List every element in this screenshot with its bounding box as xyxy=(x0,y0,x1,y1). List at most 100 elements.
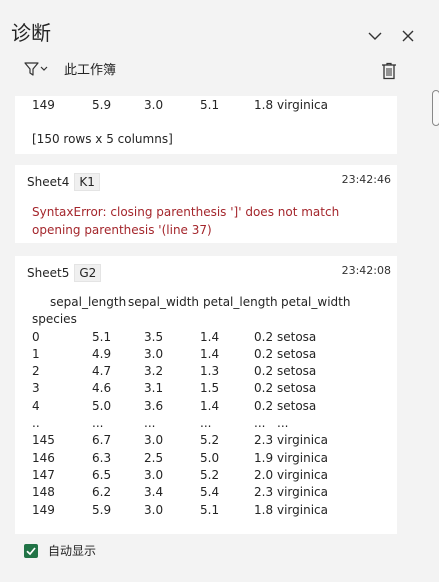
column-header: sepal_length xyxy=(50,295,127,309)
table-row: 2 4.7 3.2 1.3 0.2 setosa xyxy=(32,363,392,380)
table-cell: 1.4 xyxy=(200,398,220,413)
table-cell: 5.9 xyxy=(92,98,112,112)
trash-icon[interactable] xyxy=(381,62,397,80)
diagnostic-card: 149 5.9 3.0 5.1 1.8 virginica [150 rows … xyxy=(15,96,397,154)
auto-show-label[interactable]: 自动显示 xyxy=(48,542,96,560)
diagnostics-list[interactable]: 149 5.9 3.0 5.1 1.8 virginica [150 rows … xyxy=(0,96,415,536)
table-cell: 149 xyxy=(32,502,55,517)
table-cell: ... xyxy=(254,416,266,431)
table-cell: virginica xyxy=(277,502,328,517)
table-cell: 148 xyxy=(32,485,55,500)
cell-ref-badge[interactable]: K1 xyxy=(74,173,100,191)
table-row: 149 5.9 3.0 5.1 1.8 virginica xyxy=(32,97,392,114)
table-cell: virginica xyxy=(277,433,328,448)
scrollbar[interactable] xyxy=(415,88,439,548)
pane-header: 诊断 xyxy=(0,0,439,60)
table-cell: 6.2 xyxy=(92,485,112,500)
table-cell: 0.2 xyxy=(254,346,274,361)
diagnostic-card: Sheet4 K1 23:42:46 SyntaxError: closing … xyxy=(15,165,397,243)
column-header: petal_length xyxy=(203,295,278,309)
scrollbar-thumb[interactable] xyxy=(432,90,439,126)
table-cell: .. xyxy=(32,416,40,431)
table-cell: 6.5 xyxy=(92,467,112,482)
table-cell: 0.2 xyxy=(254,381,274,396)
table-cell: 145 xyxy=(32,433,55,448)
card-header: Sheet5 G2 xyxy=(27,264,102,282)
table-cell: 0.2 xyxy=(254,398,274,413)
table-row: 149 5.9 3.0 5.1 1.8 virginica xyxy=(32,502,392,519)
table-cell: ... xyxy=(92,416,104,431)
table-cell: 1 xyxy=(32,346,40,361)
filter-button[interactable] xyxy=(24,62,50,80)
table-cell: 0.2 xyxy=(254,364,274,379)
table-cell: 3.0 xyxy=(144,502,164,517)
checkbox[interactable] xyxy=(24,544,38,558)
table-cell: 1.4 xyxy=(200,329,220,344)
column-header: sepal_width xyxy=(128,295,200,309)
table-cell: 2.5 xyxy=(144,450,164,465)
table-cell: 3.0 xyxy=(144,98,164,112)
table-cell: setosa xyxy=(277,346,317,361)
checkmark-icon xyxy=(26,547,36,556)
table-row: 146 6.3 2.5 5.0 1.9 virginica xyxy=(32,450,392,467)
table-cell: setosa xyxy=(277,381,317,396)
table-cell: ... xyxy=(144,416,156,431)
table-cell: 5.1 xyxy=(200,502,220,517)
table-row: 1 4.9 3.0 1.4 0.2 setosa xyxy=(32,346,392,363)
table-cell: setosa xyxy=(277,364,317,379)
table-cell: 5.0 xyxy=(200,450,220,465)
table-cell: 3.4 xyxy=(144,485,164,500)
close-icon[interactable] xyxy=(399,27,417,45)
table-cell: 3.0 xyxy=(144,467,164,482)
table-cell: 5.2 xyxy=(200,467,220,482)
cell-ref-badge[interactable]: G2 xyxy=(74,264,102,282)
table-cell: 3 xyxy=(32,381,40,396)
table-cell: 5.4 xyxy=(200,485,220,500)
chevron-down-icon[interactable] xyxy=(366,27,384,45)
diagnostic-card: Sheet5 G2 23:42:08 sepal_length sepal_wi… xyxy=(15,256,397,534)
table-cell: 1.4 xyxy=(200,346,220,361)
table-cell: 2.3 xyxy=(254,433,274,448)
output-table: sepal_length sepal_width petal_length pe… xyxy=(32,294,392,519)
table-cell: 2.3 xyxy=(254,485,274,500)
table-cell: 3.0 xyxy=(144,433,164,448)
table-cell: 0 xyxy=(32,329,40,344)
table-cell: 5.1 xyxy=(92,329,112,344)
table-cell: 6.3 xyxy=(92,450,112,465)
table-cell: 4.6 xyxy=(92,381,112,396)
pane-title: 诊断 xyxy=(11,21,51,45)
table-cell: 5.1 xyxy=(200,98,220,112)
sheet-name: Sheet5 xyxy=(27,266,70,280)
table-row: 3 4.6 3.1 1.5 0.2 setosa xyxy=(32,380,392,397)
toolbar: 此工作簿 xyxy=(0,58,439,86)
table-cell: 1.5 xyxy=(200,381,220,396)
error-message: SyntaxError: closing parenthesis ']' doe… xyxy=(32,205,340,237)
table-row: 147 6.5 3.0 5.2 2.0 virginica xyxy=(32,467,392,484)
auto-show-toggle[interactable]: 自动显示 xyxy=(24,542,96,560)
timestamp: 23:42:46 xyxy=(341,173,391,186)
index-name-row: species xyxy=(32,311,392,328)
table-row: 148 6.2 3.4 5.4 2.3 virginica xyxy=(32,484,392,501)
table-cell: setosa xyxy=(277,329,317,344)
table-cell: 146 xyxy=(32,450,55,465)
table-cell: 3.1 xyxy=(144,381,164,396)
table-cell: 2.0 xyxy=(254,467,274,482)
table-cell: ... xyxy=(200,416,212,431)
table-row: ................. xyxy=(32,415,392,432)
table-row: 145 6.7 3.0 5.2 2.3 virginica xyxy=(32,432,392,449)
table-cell: 3.2 xyxy=(144,364,164,379)
sheet-name: Sheet4 xyxy=(27,175,70,189)
table-cell: virginica xyxy=(277,98,328,112)
table-cell: setosa xyxy=(277,398,317,413)
table-cell: virginica xyxy=(277,485,328,500)
table-cell: 2 xyxy=(32,364,40,379)
table-cell: virginica xyxy=(277,467,328,482)
table-cell: 3.6 xyxy=(144,398,164,413)
table-cell: 3.5 xyxy=(144,329,164,344)
table-cell: 1.9 xyxy=(254,450,274,465)
table-cell: 4 xyxy=(32,398,40,413)
table-cell: 1.8 xyxy=(254,98,274,112)
scope-label[interactable]: 此工作簿 xyxy=(64,62,116,80)
table-cell: 4.7 xyxy=(92,364,112,379)
table-cell: virginica xyxy=(277,450,328,465)
